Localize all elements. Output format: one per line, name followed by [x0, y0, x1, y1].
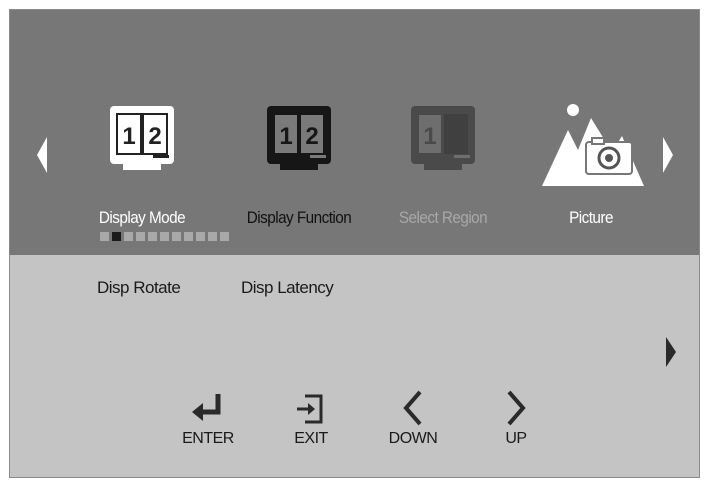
nav-down[interactable]: DOWN: [378, 388, 448, 448]
submenu-item-disp-rotate[interactable]: Disp Rotate: [97, 278, 181, 298]
enter-icon: [192, 394, 221, 421]
nav-up-label: UP: [505, 430, 527, 447]
page-indicator: [100, 232, 229, 241]
chevron-right-icon: [507, 390, 526, 426]
exit-icon: [297, 394, 323, 424]
menu-item-label: Picture: [569, 208, 613, 227]
icon-digit-1: 1: [279, 123, 292, 150]
main-menu-panel: 1 2 Display Mode 1 2 Display Function 1 …: [10, 10, 699, 255]
menu-item-label: Select Region: [398, 208, 488, 227]
nav-enter[interactable]: ENTER: [173, 388, 243, 448]
select-region-icon: 1: [411, 106, 475, 170]
menu-item-display-function[interactable]: 1 2 Display Function: [224, 100, 374, 227]
nav-exit[interactable]: EXIT: [276, 388, 346, 448]
split-screen-icon: 1 2: [267, 106, 331, 170]
split-screen-icon: 1 2: [110, 106, 174, 170]
menu-item-label: Display Mode: [98, 208, 186, 227]
osd-menu: 1 2 Display Mode 1 2 Display Function 1 …: [9, 9, 700, 478]
page-dot: [148, 232, 157, 241]
page-dot: [196, 232, 205, 241]
menu-item-display-mode[interactable]: 1 2 Display Mode: [67, 100, 217, 227]
page-dot: [136, 232, 145, 241]
nav-down-label: DOWN: [388, 430, 438, 447]
nav-enter-label: ENTER: [182, 430, 234, 447]
menu-item-picture[interactable]: Picture: [516, 100, 666, 227]
icon-digit-1: 1: [122, 123, 135, 150]
nav-exit-label: EXIT: [294, 430, 328, 447]
page-dot: [100, 232, 109, 241]
scroll-right-arrow-icon[interactable]: [661, 135, 675, 175]
page-dot: [208, 232, 217, 241]
page-dot: [172, 232, 181, 241]
icon-digit-2: 2: [148, 123, 161, 150]
icon-digit-1: 1: [423, 123, 436, 150]
menu-item-select-region[interactable]: 1 Select Region: [368, 100, 518, 227]
nav-up[interactable]: UP: [481, 388, 551, 448]
submenu-item-disp-latency[interactable]: Disp Latency: [241, 278, 334, 298]
page-dot: [184, 232, 193, 241]
menu-item-label: Display Function: [246, 208, 352, 227]
submenu-next-arrow-icon[interactable]: [665, 336, 677, 368]
page-dot: [160, 232, 169, 241]
page-dot: [220, 232, 229, 241]
page-dot-active: [112, 232, 121, 241]
chevron-left-icon: [403, 390, 422, 426]
picture-icon: [542, 104, 644, 186]
icon-digit-2: 2: [305, 123, 318, 150]
scroll-left-arrow-icon[interactable]: [35, 135, 49, 175]
page-dot: [124, 232, 133, 241]
